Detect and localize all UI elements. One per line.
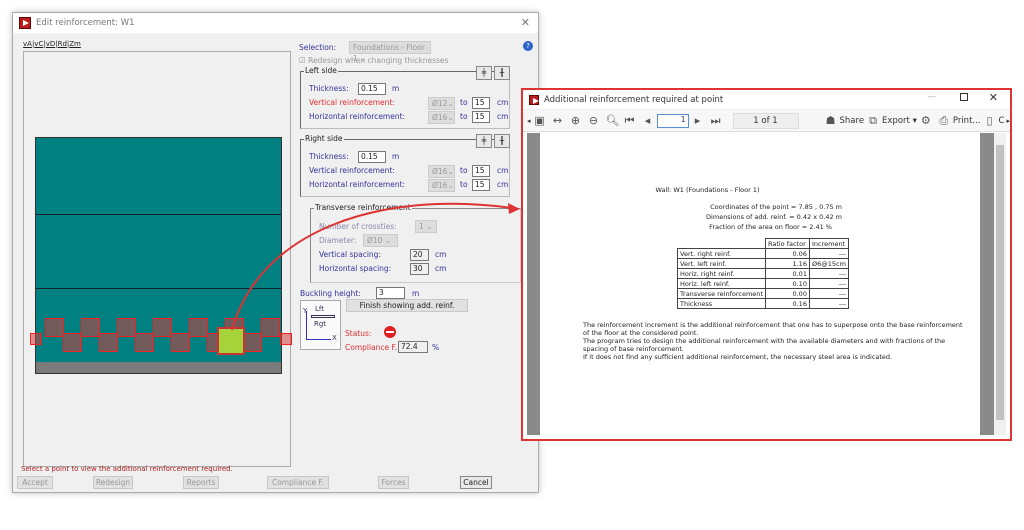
page-count: 1 of 1	[732, 112, 799, 129]
close-button[interactable]: C	[999, 116, 1005, 126]
report-titlebar: Additional reinforcement required at poi…	[523, 90, 1010, 110]
header-ratio: Ratio factor	[764, 238, 810, 249]
export-icon[interactable]: ⧉	[867, 114, 879, 127]
table-row: Horiz. left reinf. 0.10 ---	[677, 278, 849, 289]
report-toolbar: ◂ ▣ ↔ ⊕ ⊖ 🔍︎ ⏮︎ ◂ 1 ▸ ⏭︎ 1 of 1 ☗ Share ⧉…	[523, 110, 1010, 132]
table-row: Vert. right reinf. 0.06 ---	[677, 248, 849, 259]
increment: ---	[808, 248, 849, 259]
row-label: Vert. left reinf.	[677, 258, 766, 269]
share-icon[interactable]: ☗	[825, 114, 837, 127]
zoom-icon[interactable]: 🔍︎	[606, 114, 620, 127]
note: The reinforcement increment is the addit…	[583, 321, 963, 337]
report-window: Additional reinforcement required at poi…	[521, 88, 1012, 441]
first-page-icon[interactable]: ⏮︎	[624, 114, 636, 127]
share-button[interactable]: Share	[840, 116, 865, 126]
table-row: Vert. left reinf. 1.16 Ø6@15cm	[677, 258, 849, 269]
header-increment: Increment	[808, 238, 849, 249]
close-icon[interactable]: ✕	[989, 91, 998, 104]
ratio-factor: 1.16	[764, 258, 810, 269]
table-row: Transverse reinforcement 0.00 ---	[677, 288, 849, 299]
scroll-left-icon[interactable]: ◂	[527, 117, 531, 125]
ratio-factor: 0.10	[764, 278, 810, 289]
next-page-icon[interactable]: ▸	[692, 114, 704, 127]
maximize-icon[interactable]	[960, 93, 968, 101]
prev-page-icon[interactable]: ◂	[642, 114, 654, 127]
ratio-factor: 0.16	[764, 298, 810, 309]
fit-page-icon[interactable]: ▣	[534, 114, 546, 127]
row-label: Vert. right reinf.	[677, 248, 766, 259]
fraction-text: Fraction of the area on floor = 2.41 %	[709, 223, 832, 231]
ratio-factor: 0.01	[764, 268, 810, 279]
page-input[interactable]: 1	[656, 113, 689, 128]
increment: ---	[808, 268, 849, 279]
row-label: Thickness	[677, 298, 766, 309]
table-row: Horiz. right reinf. 0.01 ---	[677, 268, 849, 279]
coords-text: Coordinates of the point = 7.85 , 0.75 m	[710, 203, 842, 211]
export-button[interactable]: Export ▾	[882, 116, 917, 126]
ratio-factor: 0.06	[764, 248, 810, 259]
note: If it does not find any sufficient addit…	[583, 353, 893, 361]
notes: The reinforcement increment is the addit…	[583, 321, 963, 361]
note: The program tries to design the addition…	[583, 337, 946, 353]
row-label: Horiz. left reinf.	[677, 278, 766, 289]
close-door-icon[interactable]: ▯	[984, 114, 996, 127]
report-viewport: Wall: W1 (Foundations - Floor 1) Coordin…	[527, 133, 994, 435]
fit-width-icon[interactable]: ↔	[552, 114, 564, 127]
increment: ---	[808, 278, 849, 289]
zoom-out-icon[interactable]: ⊖	[588, 114, 600, 127]
minimize-icon[interactable]: —	[928, 92, 937, 102]
scroll-thumb[interactable]	[996, 145, 1004, 420]
vertical-scrollbar[interactable]	[994, 133, 1006, 435]
last-page-icon[interactable]: ⏭︎	[710, 114, 722, 127]
settings-gear-icon[interactable]: ⚙	[920, 114, 932, 127]
increment: Ø6@15cm	[808, 258, 849, 269]
increment: ---	[808, 298, 849, 309]
report-title: Additional reinforcement required at poi…	[544, 94, 724, 105]
print-icon[interactable]: ⎙	[938, 114, 950, 127]
scroll-right-icon[interactable]: ▸	[1006, 117, 1010, 125]
wall-heading: Wall: W1 (Foundations - Floor 1)	[655, 186, 760, 194]
table-row: Thickness 0.16 ---	[677, 298, 849, 309]
results-table: Ratio factor Increment Vert. right reinf.…	[677, 238, 849, 309]
report-icon	[529, 94, 539, 105]
dims-text: Dimensions of add. reinf. = 0.42 x 0.42 …	[706, 213, 842, 221]
row-label: Horiz. right reinf.	[677, 268, 766, 279]
row-label: Transverse reinforcement	[677, 288, 766, 299]
print-button[interactable]: Print...	[953, 116, 981, 126]
zoom-in-icon[interactable]: ⊕	[570, 114, 582, 127]
increment: ---	[808, 288, 849, 299]
ratio-factor: 0.00	[764, 288, 810, 299]
report-page: Wall: W1 (Foundations - Floor 1) Coordin…	[540, 133, 980, 435]
